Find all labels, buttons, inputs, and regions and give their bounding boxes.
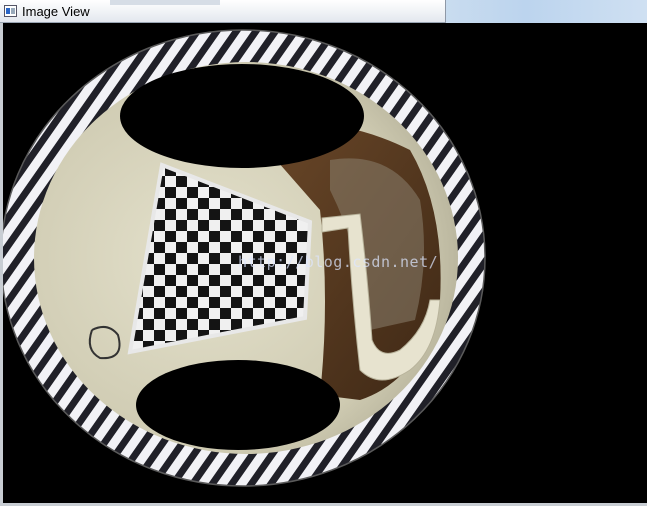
top-void [120,64,364,168]
bottom-void [136,360,340,450]
window-left-border [0,23,3,506]
watermark-text: http://blog.csdn.net/ [238,253,439,271]
